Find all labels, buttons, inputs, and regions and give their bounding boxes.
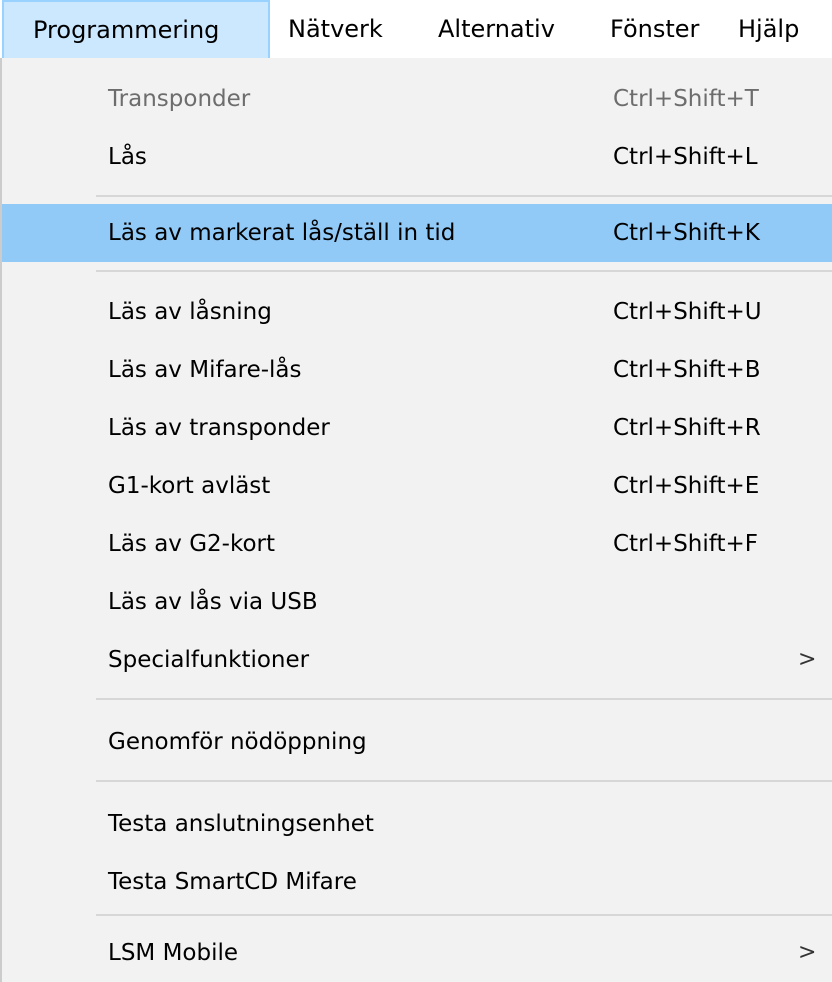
- menu-item-label: Transponder: [108, 86, 251, 112]
- menu-item-las-av-mifare-las[interactable]: Läs av Mifare-lås Ctrl+Shift+B: [2, 341, 832, 399]
- menu-item-label: Lås: [108, 144, 147, 170]
- menu-item-label: Läs av G2-kort: [108, 531, 276, 557]
- chevron-right-icon: >: [798, 940, 817, 965]
- menu-programmering[interactable]: Programmering: [2, 0, 270, 58]
- menu-item-label: G1-kort avläst: [108, 473, 271, 499]
- menu-item-transponder[interactable]: Transponder Ctrl+Shift+T: [2, 70, 832, 128]
- menu-separator: [96, 195, 832, 197]
- menu-hjalp[interactable]: Hjälp: [738, 0, 799, 58]
- menu-item-las-av-transponder[interactable]: Läs av transponder Ctrl+Shift+R: [2, 399, 832, 457]
- menu-item-las-av-las-via-usb[interactable]: Läs av lås via USB: [2, 573, 832, 631]
- chevron-right-icon: >: [798, 647, 817, 672]
- menu-item-label: Specialfunktioner: [108, 647, 310, 673]
- menu-item-genomfor-nodoppning[interactable]: Genomför nödöppning: [2, 713, 832, 771]
- menu-separator: [96, 270, 832, 272]
- menu-item-shortcut: Ctrl+Shift+E: [613, 473, 760, 499]
- menu-item-testa-smartcd-mifare[interactable]: Testa SmartCD Mifare: [2, 853, 832, 911]
- menu-item-specialfunktioner[interactable]: Specialfunktioner >: [2, 631, 832, 689]
- menu-item-label: Läs av Mifare-lås: [108, 357, 302, 383]
- menu-natverk[interactable]: Nätverk: [288, 0, 383, 58]
- menu-item-label: LSM Mobile: [108, 940, 239, 966]
- menu-item-las-av-g2-kort[interactable]: Läs av G2-kort Ctrl+Shift+F: [2, 515, 832, 573]
- menu-item-g1-kort-avlast[interactable]: G1-kort avläst Ctrl+Shift+E: [2, 457, 832, 515]
- programmering-dropdown: Transponder Ctrl+Shift+T Lås Ctrl+Shift+…: [0, 58, 832, 982]
- menu-separator: [96, 914, 832, 916]
- menu-item-label: Läs av låsning: [108, 299, 272, 325]
- menu-item-lsm-mobile[interactable]: LSM Mobile >: [2, 924, 832, 982]
- menu-item-shortcut: Ctrl+Shift+K: [613, 220, 760, 246]
- menu-separator: [96, 698, 832, 700]
- menu-item-label: Testa anslutningsenhet: [108, 811, 374, 837]
- menu-item-label: Testa SmartCD Mifare: [108, 869, 357, 895]
- menu-alternativ[interactable]: Alternativ: [438, 0, 555, 58]
- menu-item-las-av-markerat-las[interactable]: Läs av markerat lås/ställ in tid Ctrl+Sh…: [2, 204, 832, 262]
- menu-separator: [96, 780, 832, 782]
- menu-item-las-av-lasning[interactable]: Läs av låsning Ctrl+Shift+U: [2, 283, 832, 341]
- menu-item-label: Genomför nödöppning: [108, 729, 367, 755]
- menu-item-label: Läs av markerat lås/ställ in tid: [108, 220, 456, 246]
- menu-item-testa-anslutningsenhet[interactable]: Testa anslutningsenhet: [2, 795, 832, 853]
- menu-item-shortcut: Ctrl+Shift+U: [613, 299, 762, 325]
- menu-item-shortcut: Ctrl+Shift+F: [613, 531, 758, 557]
- menu-bar: Programmering Nätverk Alternativ Fönster…: [0, 0, 832, 58]
- menu-item-shortcut: Ctrl+Shift+T: [613, 86, 759, 112]
- menu-item-shortcut: Ctrl+Shift+B: [613, 357, 761, 383]
- menu-item-label: Läs av transponder: [108, 415, 330, 441]
- menu-item-shortcut: Ctrl+Shift+R: [613, 415, 761, 441]
- menu-fonster[interactable]: Fönster: [610, 0, 699, 58]
- menu-item-shortcut: Ctrl+Shift+L: [613, 144, 758, 170]
- menu-item-label: Läs av lås via USB: [108, 589, 318, 615]
- menu-item-las[interactable]: Lås Ctrl+Shift+L: [2, 128, 832, 186]
